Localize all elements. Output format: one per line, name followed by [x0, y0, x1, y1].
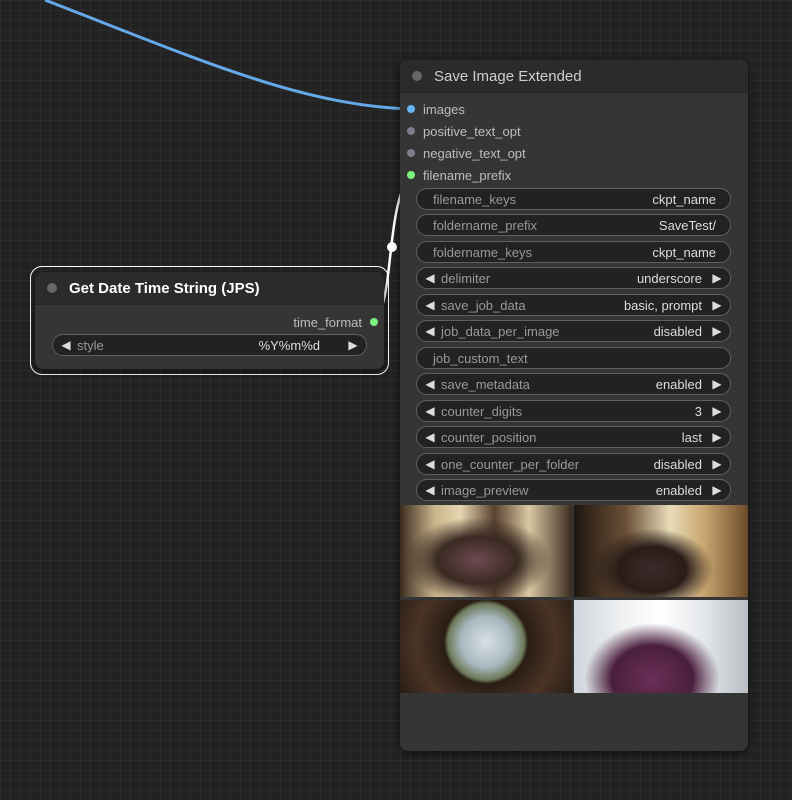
widget-label: one_counter_per_folder	[441, 456, 580, 472]
preview-image-3[interactable]	[400, 600, 572, 693]
right-triangle-icon[interactable]: ▶	[346, 338, 360, 352]
left-triangle-icon[interactable]: ◀	[423, 298, 437, 312]
left-triangle-icon[interactable]: ◀	[423, 377, 437, 391]
preview-image-4[interactable]	[574, 600, 748, 693]
widget-label: image_preview	[441, 482, 529, 498]
widget-value: underscore	[636, 270, 702, 286]
left-triangle-icon[interactable]: ◀	[423, 324, 437, 338]
input-slot-positive-text-opt[interactable]: positive_text_opt	[407, 121, 521, 141]
widget-foldername-keys[interactable]: foldername_keys ckpt_name	[416, 241, 731, 263]
date-node-title: Get Date Time String (JPS)	[69, 279, 260, 297]
widget-label: foldername_prefix	[433, 217, 538, 233]
widget-delimiter[interactable]: ◀ delimiter underscore ▶	[416, 267, 731, 289]
widget-label: delimiter	[441, 270, 491, 286]
slot-dot-icon[interactable]	[407, 127, 415, 135]
widget-style[interactable]: ◀ style %Y%m%d ▶	[52, 334, 367, 356]
node-graph-canvas[interactable]: Save Image Extended images positive_text…	[0, 0, 792, 800]
preview-image-2[interactable]	[574, 505, 748, 597]
left-triangle-icon[interactable]: ◀	[423, 457, 437, 471]
widget-value: last	[681, 429, 702, 445]
input-slot-negative-text-opt[interactable]: negative_text_opt	[407, 143, 526, 163]
widget-value: SaveTest/	[658, 217, 716, 233]
widget-label: filename_keys	[433, 191, 517, 207]
input-label-images: images	[423, 101, 465, 117]
widget-value: ckpt_name	[652, 191, 716, 207]
input-label-negative-text-opt: negative_text_opt	[423, 145, 526, 161]
input-label-filename-prefix: filename_prefix	[423, 167, 512, 183]
widget-label: save_metadata	[441, 376, 530, 392]
output-label-time-format: time_format	[293, 314, 362, 330]
output-slot-time-format[interactable]: time_format	[293, 312, 378, 332]
widget-label: job_data_per_image	[441, 323, 560, 339]
left-triangle-icon[interactable]: ◀	[59, 338, 73, 352]
images-link[interactable]	[44, 0, 411, 111]
widget-one-counter-per-folder[interactable]: ◀ one_counter_per_folder disabled ▶	[416, 453, 731, 475]
widget-value: disabled	[653, 456, 702, 472]
right-triangle-icon[interactable]: ▶	[710, 404, 724, 418]
save-node-title: Save Image Extended	[434, 67, 582, 85]
collapse-dot-icon[interactable]	[412, 71, 422, 81]
left-triangle-icon[interactable]: ◀	[423, 404, 437, 418]
widget-value: enabled	[655, 482, 702, 498]
string-slot-dot-icon[interactable]	[370, 318, 378, 326]
widget-filename-keys[interactable]: filename_keys ckpt_name	[416, 188, 731, 210]
collapse-dot-icon[interactable]	[47, 283, 57, 293]
right-triangle-icon[interactable]: ▶	[710, 457, 724, 471]
input-slot-filename-prefix[interactable]: filename_prefix	[407, 165, 511, 185]
save-image-extended-node[interactable]: Save Image Extended images positive_text…	[400, 60, 748, 751]
widget-image-preview[interactable]: ◀ image_preview enabled ▶	[416, 479, 731, 501]
widget-foldername-prefix[interactable]: foldername_prefix SaveTest/	[416, 214, 731, 236]
image-slot-dot-icon[interactable]	[407, 105, 415, 113]
string-slot-dot-icon[interactable]	[407, 171, 415, 179]
widget-job-data-per-image[interactable]: ◀ job_data_per_image disabled ▶	[416, 320, 731, 342]
widget-job-custom-text[interactable]: job_custom_text	[416, 347, 731, 369]
right-triangle-icon[interactable]: ▶	[710, 430, 724, 444]
widget-value: enabled	[655, 376, 702, 392]
get-date-time-string-node[interactable]: Get Date Time String (JPS) time_format ◀…	[35, 272, 384, 369]
widget-save-job-data[interactable]: ◀ save_job_data basic, prompt ▶	[416, 294, 731, 316]
widget-value: ckpt_name	[652, 244, 716, 260]
right-triangle-icon[interactable]: ▶	[710, 324, 724, 338]
widget-label: counter_digits	[441, 403, 522, 419]
link-center-marker[interactable]	[387, 242, 397, 252]
widget-value: 3	[694, 403, 702, 419]
widget-save-metadata[interactable]: ◀ save_metadata enabled ▶	[416, 373, 731, 395]
widget-label: style	[77, 337, 104, 353]
widget-value: basic, prompt	[623, 297, 702, 313]
slot-dot-icon[interactable]	[407, 149, 415, 157]
widget-value: disabled	[653, 323, 702, 339]
widget-value: %Y%m%d	[258, 337, 320, 353]
left-triangle-icon[interactable]: ◀	[423, 271, 437, 285]
left-triangle-icon[interactable]: ◀	[423, 430, 437, 444]
date-node-title-bar[interactable]: Get Date Time String (JPS)	[35, 272, 384, 305]
right-triangle-icon[interactable]: ▶	[710, 298, 724, 312]
left-triangle-icon[interactable]: ◀	[423, 483, 437, 497]
widget-counter-position[interactable]: ◀ counter_position last ▶	[416, 426, 731, 448]
widget-counter-digits[interactable]: ◀ counter_digits 3 ▶	[416, 400, 731, 422]
preview-grid	[400, 505, 748, 693]
save-node-title-bar[interactable]: Save Image Extended	[400, 60, 748, 93]
right-triangle-icon[interactable]: ▶	[710, 271, 724, 285]
widget-label: counter_position	[441, 429, 537, 445]
widget-label: job_custom_text	[433, 350, 528, 366]
right-triangle-icon[interactable]: ▶	[710, 483, 724, 497]
right-triangle-icon[interactable]: ▶	[710, 377, 724, 391]
input-slot-images[interactable]: images	[407, 99, 465, 119]
preview-image-1[interactable]	[400, 505, 572, 597]
input-label-positive-text-opt: positive_text_opt	[423, 123, 521, 139]
widget-label: foldername_keys	[433, 244, 532, 260]
widget-label: save_job_data	[441, 297, 526, 313]
